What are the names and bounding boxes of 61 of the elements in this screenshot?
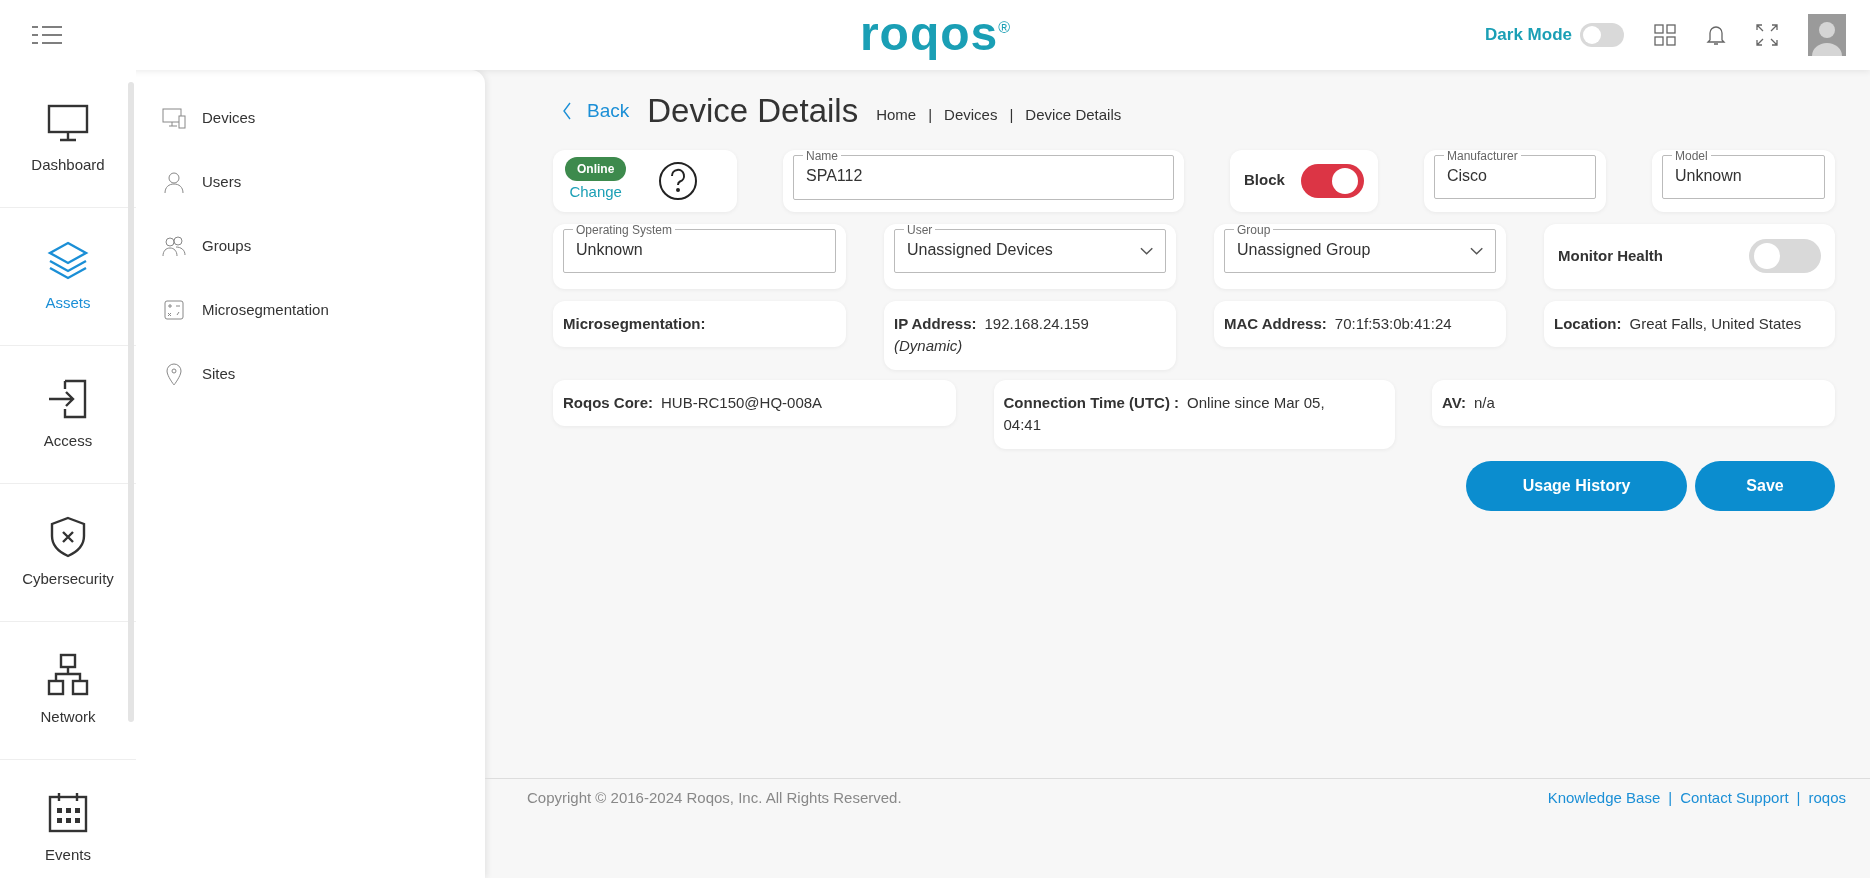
chevron-down-icon xyxy=(1469,246,1483,255)
grid-icon[interactable] xyxy=(1654,24,1676,46)
info-note: (Dynamic) xyxy=(894,336,964,356)
submenu-item[interactable]: Groups xyxy=(136,214,485,278)
block-label: Block xyxy=(1244,170,1285,191)
info-label: Microsegmentation: xyxy=(563,313,707,334)
submenu-item[interactable]: Microsegmentation xyxy=(136,278,485,342)
monitor-health-label: Monitor Health xyxy=(1558,245,1663,266)
chevron-down-icon xyxy=(1139,246,1153,255)
breadcrumb-separator: | xyxy=(928,104,933,125)
footer-separator: | xyxy=(1796,788,1801,808)
logo: roqos xyxy=(859,10,999,58)
name-field[interactable]: Name SPA112 xyxy=(793,149,1174,200)
breadcrumb-link[interactable]: Devices xyxy=(944,103,998,126)
info-text: Location: Great Falls, United States xyxy=(1554,313,1803,334)
breadcrumb-current: Device Details xyxy=(1025,104,1122,125)
user-dropdown[interactable]: User Unassigned Devices xyxy=(894,223,1166,273)
info-text: Roqos Core: HUB-RC150@HQ-008A xyxy=(563,392,824,413)
info-text: IP Address: 192.168.24.159 xyxy=(894,313,1090,334)
field-label: Operating System xyxy=(575,223,674,236)
model-field[interactable]: Unknown xyxy=(1675,161,1812,192)
info-text: AV: n/a xyxy=(1442,392,1496,413)
field-label: User xyxy=(906,223,934,236)
user-icon xyxy=(162,170,186,194)
breadcrumb-separator: | xyxy=(1009,104,1014,125)
block-toggle[interactable] xyxy=(1300,163,1364,198)
submenu-item[interactable]: Users xyxy=(136,150,485,214)
page-title: Device Details xyxy=(647,91,859,131)
group-dropdown[interactable]: Group Unassigned Group xyxy=(1224,223,1496,273)
dark-mode-toggle[interactable] xyxy=(1580,23,1624,47)
field-label: Name xyxy=(805,149,839,162)
help-icon[interactable] xyxy=(658,160,699,201)
copyright-text: Copyright © 2016-2024 Roqos, Inc. All Rights Reserved. xyxy=(527,788,902,808)
status-badge: Online xyxy=(565,157,627,182)
registered-mark: ® xyxy=(998,18,1011,36)
user-dropdown[interactable]: Unassigned Devices xyxy=(907,235,1140,266)
menu-icon[interactable] xyxy=(32,25,62,45)
operating-system-field[interactable]: Operating System Unknown xyxy=(563,223,836,273)
save-button[interactable]: Save xyxy=(1695,460,1835,511)
field-label: Model xyxy=(1674,149,1709,162)
submenu-item[interactable]: Devices xyxy=(136,86,485,150)
usage-history-button[interactable]: Usage History xyxy=(1466,460,1687,511)
field-label: Manufacturer xyxy=(1446,149,1519,162)
users-icon xyxy=(162,234,186,258)
footer-separator: | xyxy=(1668,788,1673,808)
breadcrumb-link[interactable]: Home xyxy=(876,103,917,126)
dark-mode-label: Dark Mode xyxy=(1485,24,1572,47)
chevron-left-icon xyxy=(563,101,571,120)
submenu-item[interactable]: Sites xyxy=(136,342,485,406)
expand-icon[interactable] xyxy=(1756,24,1778,46)
name-field[interactable]: SPA112 xyxy=(806,161,1161,192)
calculator-icon xyxy=(162,298,186,322)
field-label: Group xyxy=(1236,223,1272,236)
model-field[interactable]: Model Unknown xyxy=(1662,149,1825,199)
info-text: MAC Address: 70:1f:53:0b:41:24 xyxy=(1224,313,1453,334)
info-text: Connection Time (UTC) : Online since Mar 05, 04:41 xyxy=(1003,392,1326,435)
monitor-health-toggle[interactable] xyxy=(1749,239,1821,273)
manufacturer-field[interactable]: Manufacturer Cisco xyxy=(1434,149,1596,199)
bell-icon[interactable] xyxy=(1706,24,1726,46)
devices-icon xyxy=(162,106,186,130)
manufacturer-field[interactable]: Cisco xyxy=(1447,161,1583,192)
